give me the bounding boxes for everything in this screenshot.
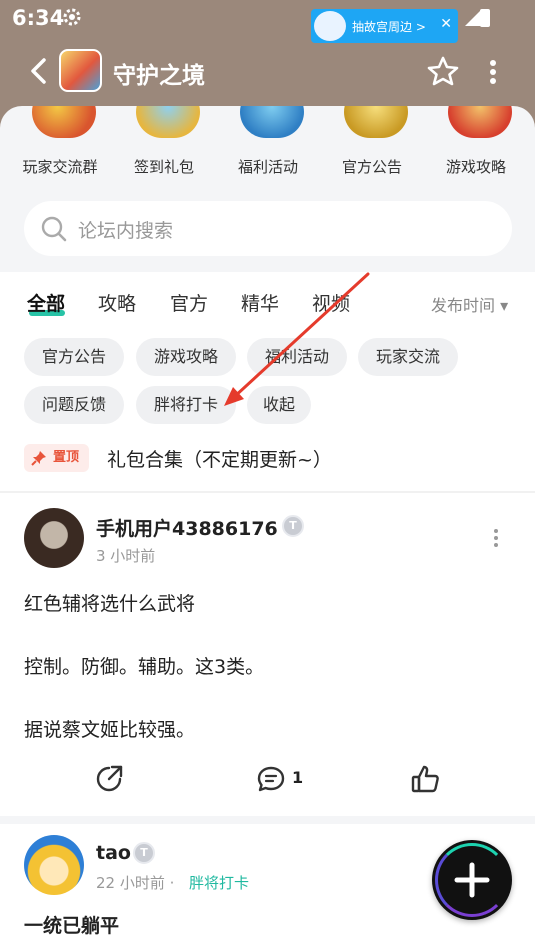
events-icon [240, 106, 304, 138]
quick-entry-label: 官方公告 [341, 158, 402, 176]
create-post-button[interactable] [432, 840, 512, 920]
guide-icon [448, 106, 512, 138]
like-thumb-icon[interactable] [410, 764, 440, 794]
post-more-icon[interactable] [492, 528, 500, 548]
tab-all[interactable]: 全部 [27, 289, 65, 316]
gift-icon [136, 106, 200, 138]
quick-entry-guides[interactable]: 游戏攻略 [424, 106, 528, 186]
user-level-badge: T [133, 842, 155, 864]
post-category-link[interactable]: 胖将打卡 [189, 872, 249, 893]
tab-featured[interactable]: 精华 [241, 289, 279, 316]
pinned-badge: 置顶 [24, 444, 89, 472]
post-divider [0, 816, 535, 824]
sort-dropdown[interactable]: 发布时间 ▾ [431, 292, 508, 316]
divider [0, 491, 535, 493]
plus-icon [454, 862, 490, 898]
search-input[interactable]: 论坛内搜索 [24, 201, 512, 256]
post-content-line: 控制。防御。辅助。这3类。 [24, 656, 265, 678]
more-options-icon[interactable] [487, 58, 499, 86]
chip-feedback[interactable]: 问题反馈 [24, 386, 124, 424]
quick-entry-announcements[interactable]: 官方公告 [320, 106, 424, 186]
settings-gear-icon [63, 8, 81, 26]
user-level-badge: T [282, 515, 304, 537]
post-time: 3 小时前 [96, 547, 156, 565]
avatar[interactable] [24, 835, 84, 895]
post-username[interactable]: 手机用户43886176 [96, 514, 278, 541]
share-icon[interactable] [94, 764, 124, 794]
app-logo [59, 49, 102, 92]
chip-welfare-events[interactable]: 福利活动 [247, 338, 347, 376]
quick-entry-signin-gift[interactable]: 签到礼包 [112, 106, 216, 186]
quick-entry-label: 签到礼包 [133, 158, 194, 176]
chip-collapse[interactable]: 收起 [247, 386, 311, 424]
post-time-value: 22 小时前 [96, 874, 165, 892]
chip-player-exchange[interactable]: 玩家交流 [358, 338, 458, 376]
chip-official-announcement[interactable]: 官方公告 [24, 338, 124, 376]
promo-banner[interactable]: 抽故宫周边 > ✕ [311, 9, 458, 43]
post-meta-separator: · [169, 874, 175, 892]
page-title: 守护之境 [113, 63, 205, 89]
post-content-line: 据说蔡文姬比较强。 [24, 719, 196, 741]
tab-guides[interactable]: 攻略 [98, 289, 136, 316]
avatar[interactable] [24, 508, 84, 568]
back-arrow-icon[interactable] [26, 56, 52, 86]
search-placeholder: 论坛内搜索 [78, 220, 174, 242]
post-title[interactable]: 一统已躺平 [24, 911, 119, 938]
banner-avatar [314, 11, 346, 41]
post-username[interactable]: tao [96, 842, 131, 864]
quick-entry-events[interactable]: 福利活动 [216, 106, 320, 186]
post-time: 22 小时前 · [96, 872, 174, 893]
quick-entry-label: 玩家交流群 [22, 158, 98, 176]
banner-text: 抽故宫周边 > [352, 20, 426, 34]
chip-check-in[interactable]: 胖将打卡 [136, 386, 236, 424]
tab-official[interactable]: 官方 [170, 289, 208, 316]
comment-count: 1 [292, 768, 304, 787]
pinned-badge-label: 置顶 [52, 450, 79, 465]
forum-top-panel: 玩家交流群 签到礼包 福利活动 官方公告 游戏攻略 论坛内搜索 [0, 106, 535, 272]
pinned-post-title[interactable]: 礼包合集（不定期更新~） [107, 445, 332, 472]
post-content-line: 红色辅将选什么武将 [24, 593, 196, 615]
pin-icon [31, 451, 46, 466]
quick-entry-label: 游戏攻略 [445, 158, 506, 176]
comment-icon[interactable] [256, 764, 286, 794]
favorite-star-icon[interactable] [427, 55, 459, 87]
tab-video[interactable]: 视频 [312, 289, 350, 316]
player-group-icon [32, 106, 96, 138]
announcement-icon [344, 106, 408, 138]
quick-entry-label: 福利活动 [237, 158, 298, 176]
chip-game-guides[interactable]: 游戏攻略 [136, 338, 236, 376]
status-time: 6:34 [12, 6, 65, 30]
banner-close-icon[interactable]: ✕ [440, 16, 452, 32]
search-icon [41, 216, 67, 242]
quick-entry-player-group[interactable]: 玩家交流群 [8, 106, 112, 186]
